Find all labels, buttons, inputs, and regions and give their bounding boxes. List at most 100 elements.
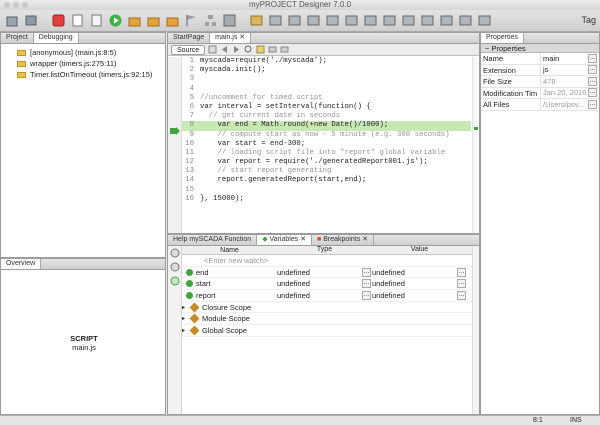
code-line[interactable]: 10 var start = end-300; [182,140,471,149]
variable-row[interactable]: end undefined… undefined… [182,267,479,279]
call-stack-frame[interactable]: [anonymous] (main.js:8:5) [1,47,165,58]
property-row[interactable]: File Size 478… [481,76,599,88]
properties-section-header[interactable]: − Properties [481,44,599,53]
tab-breakpoints[interactable]: ■ Breakpoints ✕ [312,235,375,245]
flag-icon[interactable] [183,12,200,29]
tab-overview[interactable]: Overview [1,259,42,269]
tab-project[interactable]: Project [1,33,34,43]
column-header-value[interactable]: Value [372,246,467,254]
variable-row[interactable]: report undefined… undefined… [182,290,479,302]
copy-icon[interactable] [88,12,105,29]
type-details-button[interactable]: … [362,267,371,277]
code-line[interactable]: 1 myscada=require('./myscada'); [182,57,471,66]
variable-row[interactable]: start undefined… undefined… [182,278,479,291]
code-line[interactable]: 8 var end = Math.round(+new Date()/1000)… [182,121,471,131]
stop-icon[interactable] [50,12,67,29]
align-tool-1-icon[interactable] [248,12,265,29]
code-line[interactable]: 14 report.generatedReport(start,end); [182,176,471,185]
download-icon[interactable] [145,12,162,29]
editor-scrollbar[interactable] [472,57,478,233]
code-line[interactable]: 2 myscada.init(); [182,66,471,75]
property-edit-button[interactable]: … [588,53,597,63]
code-line[interactable]: 13 // start report generating [182,167,471,176]
history-icon[interactable] [208,45,217,54]
value-details-button[interactable]: … [457,290,466,300]
property-value[interactable]: 478 [541,76,588,87]
open-project-icon[interactable] [23,12,40,29]
property-edit-button[interactable]: … [588,65,597,75]
new-project-icon[interactable] [4,12,21,29]
property-value[interactable]: /Users/psv... [541,99,588,110]
run-icon[interactable] [107,12,124,29]
code-line[interactable]: 16}, 15000); [182,195,471,204]
scope-row[interactable]: ▸ Global Scope [182,325,479,337]
tab-variables[interactable]: ◆ Variables ✕ [257,235,313,245]
align-tool-10-icon[interactable] [419,12,436,29]
property-row[interactable]: Modification TimJan 20, 2016 8...… [481,87,599,99]
align-tool-2-icon[interactable] [267,12,284,29]
close-window-icon[interactable] [4,2,10,8]
close-tab-icon[interactable]: ✕ [239,34,245,41]
tab-start-page[interactable]: StartPage [168,33,211,43]
align-tool-7-icon[interactable] [362,12,379,29]
align-tool-6-icon[interactable] [343,12,360,29]
property-edit-button[interactable]: … [588,88,597,98]
property-row[interactable]: Extension js… [481,64,599,76]
upload-cloud-icon[interactable] [164,12,181,29]
upload-icon[interactable] [126,12,143,29]
minimize-window-icon[interactable] [13,2,19,8]
code-line[interactable]: 4 [182,85,471,94]
variable-value[interactable]: undefined [372,279,457,288]
call-stack-frame[interactable]: Timer.listOnTimeout (timers.js:92:15) [1,69,165,80]
forward-icon[interactable] [232,45,241,54]
code-line[interactable]: 3 [182,75,471,84]
zoom-window-icon[interactable] [22,2,28,8]
column-header-type[interactable]: Type [277,246,372,254]
code-line[interactable]: 15 [182,186,471,195]
watch-remove-icon[interactable] [170,262,180,272]
property-value[interactable]: js [541,64,588,75]
tag-label[interactable]: Tag [581,15,596,25]
align-tool-9-icon[interactable] [400,12,417,29]
align-tool-3-icon[interactable] [286,12,303,29]
find-icon[interactable] [244,45,253,54]
column-header-name[interactable]: Name [182,246,277,254]
code-line[interactable]: 11 // loading script file into "report" … [182,149,471,158]
cut-icon[interactable] [69,12,86,29]
property-edit-button[interactable]: … [588,99,597,109]
variable-value[interactable]: undefined [372,291,457,300]
value-details-button[interactable]: … [457,267,466,277]
property-value[interactable]: Jan 20, 2016 8... [541,87,588,98]
type-details-button[interactable]: … [362,279,371,289]
property-row[interactable]: Name main… [481,53,599,65]
property-row[interactable]: All Files/Users/psv...… [481,99,599,111]
toggle-bookmark-icon[interactable] [256,45,265,54]
hierarchy-icon[interactable] [202,12,219,29]
value-details-button[interactable]: … [457,279,466,289]
tab-main-js[interactable]: main.js ✕ [210,33,252,43]
close-tab-icon[interactable]: ✕ [362,236,368,243]
code-line[interactable]: 9 // compute start as now - 5 minute (e.… [182,131,471,140]
back-icon[interactable] [220,45,229,54]
scope-row[interactable]: ▸ Closure Scope [182,302,479,314]
tab-help-function[interactable]: Help mySCADA Function [168,235,258,245]
new-watch-row[interactable]: <Enter new watch> [182,255,479,267]
tab-properties[interactable]: Properties [481,33,524,43]
call-stack-frame[interactable]: wrapper (timers.js:275:11) [1,58,165,69]
tab-debugging[interactable]: Debugging [33,33,79,43]
align-tool-4-icon[interactable] [305,12,322,29]
code-editor[interactable]: 1 myscada=require('./myscada'); 2 myscada.i… [182,57,471,233]
align-tool-5-icon[interactable] [324,12,341,29]
expand-icon[interactable]: ▸ [182,315,188,322]
property-edit-button[interactable]: … [588,76,597,86]
scope-row[interactable]: ▸ Module Scope [182,313,479,326]
shift-right-icon[interactable] [280,45,289,54]
expand-icon[interactable]: ▸ [182,304,188,311]
new-watch-placeholder[interactable]: <Enter new watch> [182,256,277,265]
align-tool-13-icon[interactable] [476,12,493,29]
grid-icon[interactable] [221,12,238,29]
code-line[interactable]: 12 var report = require('./generatedRepo… [182,158,471,167]
code-line[interactable]: 6 var interval = setInterval(function() { [182,103,471,112]
type-details-button[interactable]: … [362,290,371,300]
code-line[interactable]: 5 //uncomment for timed script [182,94,471,103]
